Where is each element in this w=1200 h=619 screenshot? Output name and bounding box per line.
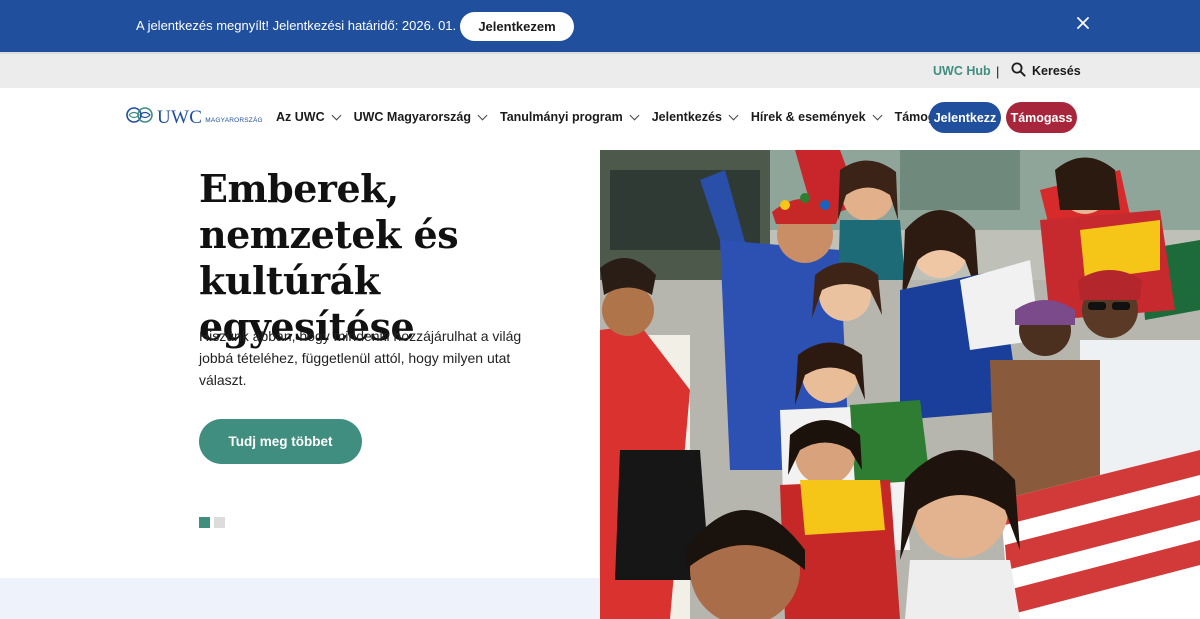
slide-dot-2[interactable]	[214, 517, 225, 528]
search-label: Keresés	[1032, 64, 1081, 78]
nav-item-az-uwc[interactable]: Az UWC	[276, 110, 342, 124]
nav-item-label: UWC Magyarország	[353, 110, 471, 124]
main-navigation: UWC MAGYARORSZÁG Az UWC UWC Magyarország…	[0, 88, 1200, 150]
support-button[interactable]: Támogass	[1006, 102, 1077, 133]
globe-logo-icon	[126, 106, 154, 129]
nav-item-tanulmanyi-program[interactable]: Tanulmányi program	[500, 110, 640, 124]
chevron-down-icon	[331, 110, 342, 120]
announcement-text: A jelentkezés megnyílt! Jelentkezési hat…	[136, 18, 478, 33]
nav-menu: Az UWC UWC Magyarország Tanulmányi progr…	[276, 110, 990, 124]
search-button[interactable]: Keresés	[1011, 62, 1081, 80]
nav-item-label: Tanulmányi program	[500, 110, 623, 124]
logo-word: UWC	[157, 106, 203, 128]
close-icon[interactable]	[1074, 16, 1092, 34]
slide-dot-1[interactable]	[199, 517, 210, 528]
learn-more-button[interactable]: Tudj meg többet	[199, 419, 362, 464]
chevron-down-icon	[477, 110, 488, 120]
logo-subtitle: MAGYARORSZÁG	[205, 117, 263, 124]
hero-title: Emberek, nemzetek és kultúrák egyesítése	[199, 166, 459, 349]
nav-item-jelentkezes[interactable]: Jelentkezés	[651, 110, 739, 124]
announcement-bar: A jelentkezés megnyílt! Jelentkezési hat…	[0, 0, 1200, 52]
apply-button[interactable]: Jelentkezz	[929, 102, 1001, 133]
next-section-band	[0, 578, 600, 619]
apply-now-button[interactable]: Jelentkezem	[460, 12, 574, 41]
search-icon	[1011, 62, 1026, 80]
chevron-down-icon	[629, 110, 640, 120]
chevron-down-icon	[872, 110, 883, 120]
hero-photo	[600, 150, 1200, 619]
uwc-hub-link[interactable]: UWC Hub	[933, 64, 991, 78]
utility-divider: |	[996, 64, 1000, 79]
hero-description: Hiszünk abban, hogy mindenki hozzájárulh…	[199, 328, 522, 388]
nav-item-uwc-magyarorszag[interactable]: UWC Magyarország	[353, 110, 488, 124]
nav-item-label: Jelentkezés	[651, 110, 722, 124]
nav-item-label: Az UWC	[276, 110, 325, 124]
slider-pagination	[199, 517, 225, 528]
chevron-down-icon	[728, 110, 739, 120]
nav-item-label: Hírek & események	[750, 110, 866, 124]
uwc-logo[interactable]: UWC MAGYARORSZÁG	[126, 106, 263, 129]
utility-bar: UWC Hub | Keresés	[0, 52, 1200, 88]
nav-item-hirek-esemenyek[interactable]: Hírek & események	[750, 110, 883, 124]
